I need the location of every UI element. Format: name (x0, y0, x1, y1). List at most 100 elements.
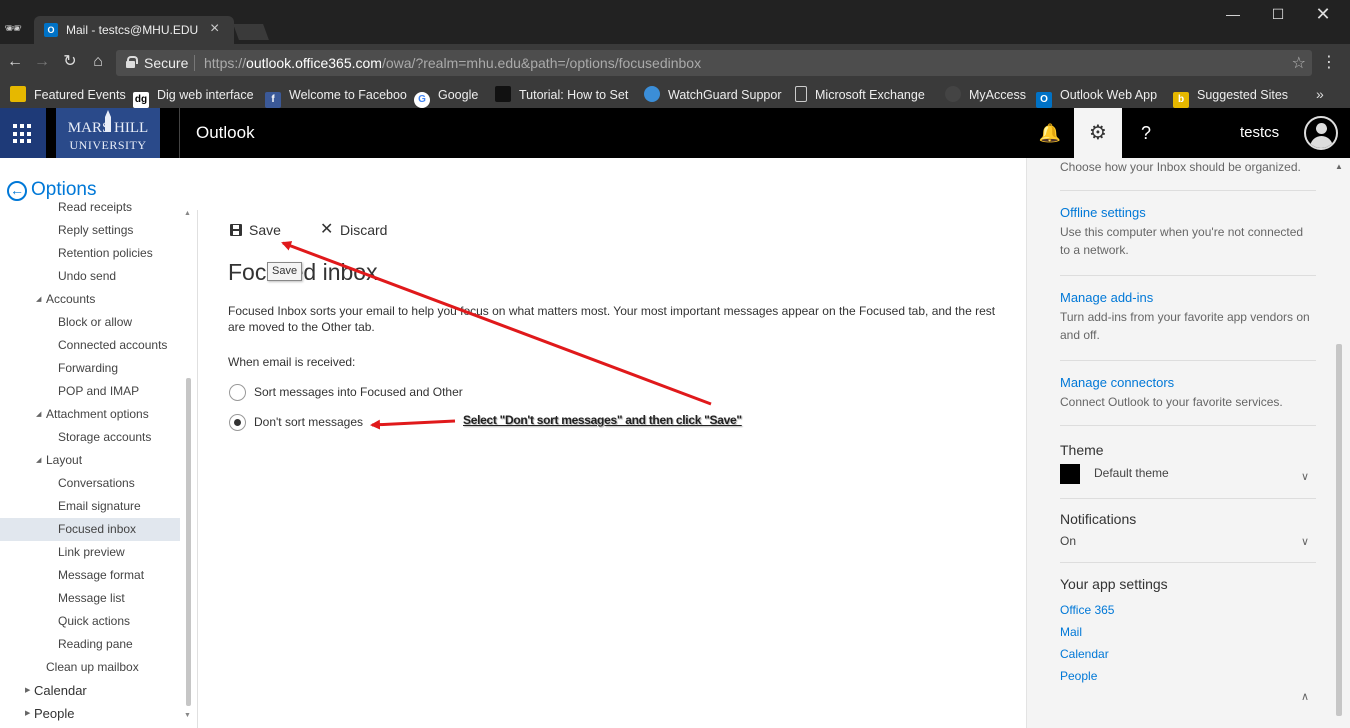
scroll-up-icon[interactable]: ▲ (1335, 162, 1343, 171)
help-icon[interactable]: ? (1122, 108, 1170, 158)
close-icon: ✕ (320, 221, 334, 238)
nav-scrollbar[interactable] (186, 378, 191, 706)
bookmark-dig[interactable]: dg Dig web interface (133, 86, 254, 108)
close-tab-icon[interactable]: × (210, 21, 219, 37)
nav-item-connected-accounts[interactable]: Connected accounts (0, 334, 180, 357)
bookmarks-overflow-icon[interactable]: » (1316, 86, 1324, 102)
manage-connectors-link[interactable]: Manage connectors (1060, 375, 1316, 390)
settings-scrollbar[interactable] (1336, 344, 1342, 716)
nav-item-label: Accounts (46, 292, 96, 306)
chevron-down-icon[interactable]: ∨ (1301, 470, 1309, 483)
bookmark-owa[interactable]: O Outlook Web App (1036, 86, 1157, 108)
back-icon[interactable]: ← (5, 52, 25, 72)
manage-connectors-section: Manage connectors Connect Outlook to you… (1060, 375, 1316, 411)
new-tab-button[interactable] (233, 24, 269, 40)
nav-item-people[interactable]: ▶ People (0, 702, 180, 725)
bookmark-label: Suggested Sites (1197, 88, 1289, 102)
nav-item-link-preview[interactable]: Link preview (0, 541, 180, 564)
minimize-icon[interactable]: — (1210, 2, 1256, 26)
nav-item-storage-accounts[interactable]: Storage accounts (0, 426, 180, 449)
reload-icon[interactable]: ↻ (60, 52, 80, 72)
bookmark-watchguard[interactable]: WatchGuard Suppor (644, 86, 781, 104)
university-logo[interactable]: MARS HILL UNIVERSITY (56, 108, 160, 158)
nav-item-email-signature[interactable]: Email signature (0, 495, 180, 518)
scroll-down-icon[interactable]: ▼ (184, 712, 191, 719)
nav-item-undo-send[interactable]: Undo send (0, 265, 180, 288)
scroll-up-icon[interactable]: ▲ (184, 210, 191, 217)
nav-item-quick-actions[interactable]: Quick actions (0, 610, 180, 633)
app-link-people[interactable]: People (1060, 669, 1097, 683)
manage-addins-link[interactable]: Manage add-ins (1060, 290, 1316, 305)
app-link-office365[interactable]: Office 365 (1060, 603, 1114, 617)
nav-item-reply-settings[interactable]: Reply settings (0, 219, 180, 242)
app-settings-label: Your app settings (1060, 576, 1168, 592)
radio-button[interactable] (229, 384, 246, 401)
dig-icon: dg (133, 92, 149, 108)
nav-item-retention-policies[interactable]: Retention policies (0, 242, 180, 265)
notifications-section: Notifications (1060, 511, 1316, 527)
nav-item-accounts[interactable]: ◢ Accounts (0, 288, 180, 311)
nav-item-label: Undo send (58, 269, 117, 283)
app-settings-section: Your app settings (1060, 576, 1316, 592)
nav-item-pop-and-imap[interactable]: POP and IMAP (0, 380, 180, 403)
tab-title: Mail - testcs@MHU.EDU (66, 23, 199, 37)
bookmark-suggested[interactable]: b Suggested Sites (1173, 86, 1289, 108)
chevron-up-icon[interactable]: ∧ (1301, 690, 1309, 703)
url-text[interactable]: https://outlook.office365.com/owa/?realm… (204, 55, 701, 71)
radio-button-checked[interactable] (229, 414, 246, 431)
nav-item-layout[interactable]: ◢ Layout (0, 449, 180, 472)
omnibox-divider (194, 55, 195, 71)
nav-item-label: Calendar (34, 683, 87, 698)
bookmark-google[interactable]: G Google (414, 86, 478, 108)
forward-icon[interactable]: → (32, 52, 52, 72)
offline-settings-link[interactable]: Offline settings (1060, 205, 1316, 220)
options-title[interactable]: Options (31, 179, 96, 201)
theme-value[interactable]: Default theme (1094, 466, 1169, 480)
bookmark-myaccess[interactable]: MyAccess (945, 86, 1026, 104)
username[interactable]: testcs (1240, 124, 1279, 141)
nav-item-conversations[interactable]: Conversations (0, 472, 180, 495)
section-divider (1060, 562, 1316, 563)
logo-bottom-text: UNIVERSITY (69, 138, 147, 152)
app-title[interactable]: Outlook (196, 123, 255, 143)
app-link-calendar[interactable]: Calendar (1060, 647, 1109, 661)
logo-top-text: MARS HILL (67, 120, 149, 136)
nav-item-forwarding[interactable]: Forwarding (0, 357, 180, 380)
close-window-icon[interactable]: ✕ (1300, 2, 1346, 26)
chevron-down-icon[interactable]: ∨ (1301, 535, 1309, 548)
nav-item-block-or-allow[interactable]: Block or allow (0, 311, 180, 334)
avatar[interactable] (1304, 116, 1338, 150)
bookmark-tutorial[interactable]: Tutorial: How to Set (495, 86, 628, 104)
nav-item-calendar[interactable]: ▶ Calendar (0, 679, 180, 702)
nav-item-message-format[interactable]: Message format (0, 564, 180, 587)
nav-item-clean-up-mailbox[interactable]: Clean up mailbox (0, 656, 180, 679)
bookmark-star-icon[interactable]: ☆ (1292, 53, 1306, 73)
app-launcher-button[interactable] (0, 108, 46, 158)
app-link-mail[interactable]: Mail (1060, 625, 1082, 639)
nav-item-reading-pane[interactable]: Reading pane (0, 633, 180, 656)
theme-swatch[interactable] (1060, 464, 1080, 484)
nav-item-read-receipts[interactable]: Read receipts (0, 200, 180, 219)
home-icon[interactable]: ⌂ (88, 52, 108, 72)
bookmark-featured-events[interactable]: Featured Events (10, 86, 126, 104)
bookmark-exchange[interactable]: Microsoft Exchange (795, 86, 925, 104)
theme-section: Theme (1060, 442, 1316, 458)
back-arrow-icon[interactable]: ← (7, 181, 27, 201)
nav-item-focused-inbox[interactable]: Focused inbox (0, 518, 180, 541)
bookmark-icon-featured (10, 86, 26, 102)
nav-item-message-list[interactable]: Message list (0, 587, 180, 610)
gear-icon[interactable]: ⚙ (1074, 108, 1122, 158)
notifications-value[interactable]: On (1060, 534, 1076, 548)
bell-icon[interactable]: 🔔 (1026, 108, 1074, 158)
chrome-menu-icon[interactable]: ⋮ (1320, 52, 1338, 72)
waffle-icon (13, 124, 33, 144)
nav-item-attachment-options[interactable]: ◢ Attachment options (0, 403, 180, 426)
bookmark-facebook[interactable]: f Welcome to Faceboo (265, 86, 407, 108)
browser-tab-active[interactable]: O Mail - testcs@MHU.EDU × (34, 16, 234, 44)
radio-sort-focused-other[interactable]: Sort messages into Focused and Other (229, 384, 469, 402)
maximize-icon[interactable]: ☐ (1255, 2, 1301, 26)
myaccess-icon (945, 86, 961, 102)
address-bar[interactable]: Secure https://outlook.office365.com/owa… (116, 50, 1312, 76)
save-tooltip: Save (267, 262, 303, 281)
radio-dont-sort[interactable]: Don't sort messages (229, 414, 369, 432)
